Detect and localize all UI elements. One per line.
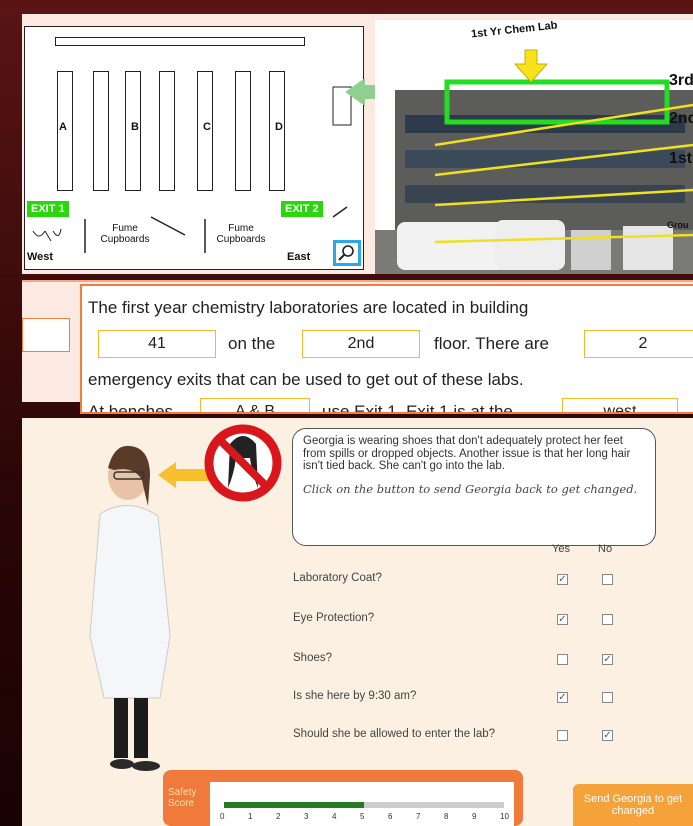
lab-floor-plan: A B C D EXIT 1 EXIT 2 Fume Cupboards Fum… [24,26,364,270]
building-photo: 1st Yr Chem Lab 3rd 2nd 1st Grou [375,20,693,274]
side-input-box[interactable] [22,318,70,352]
score-track [224,802,504,808]
building-answer[interactable]: 41 [98,330,216,358]
checklist-question: Should she be allowed to enter the lab? [293,728,496,740]
send-georgia-button[interactable]: Send Georgia to get changed [573,784,693,826]
no-header: No [598,543,613,555]
checkbox-yes[interactable] [557,730,568,741]
instruction-text: Click on the button to send Georgia back… [303,481,638,496]
floor-1st-label: 1st [669,150,693,167]
score-tick-label: 9 [472,812,477,821]
at-benches-text: At benches [88,402,174,414]
feedback-text: Georgia is wearing shoes that don't adeq… [303,435,631,472]
checkbox-no[interactable] [602,614,613,625]
checkbox-yes[interactable]: ✓ [557,692,568,703]
no-long-hair-icon [204,424,282,502]
score-fill [224,802,364,808]
score-bar-area: 0 1 2 3 4 5 6 7 8 9 10 [210,782,514,826]
student-figure [89,445,171,771]
checkbox-yes[interactable]: ✓ [557,614,568,625]
safety-score-label: Safety Score [168,787,196,809]
checkbox-yes[interactable]: ✓ [557,574,568,585]
floor-3rd-label: 3rd [669,72,693,89]
score-tick-label: 10 [500,812,509,821]
question-line-3: emergency exits that can be used to get … [88,370,524,389]
question-box: The first year chemistry laboratories ar… [80,284,693,414]
checkbox-no[interactable]: ✓ [602,654,613,665]
checklist-question: Is she here by 9:30 am? [293,690,417,702]
checkbox-no[interactable]: ✓ [602,730,613,741]
score-tick-label: 8 [444,812,449,821]
checklist-question: Laboratory Coat? [293,572,382,584]
score-tick-label: 5 [360,812,365,821]
score-tick-label: 6 [388,812,393,821]
score-tick-label: 4 [332,812,337,821]
building-illustration [375,20,693,274]
floor-there-are-text: floor. There are [434,334,549,353]
exits-answer[interactable]: 2 [584,330,693,358]
checklist-question: Shoes? [293,652,333,664]
benches-answer[interactable]: A & B [200,398,310,412]
score-tick-label: 3 [304,812,309,821]
score-tick-label: 0 [220,812,225,821]
side-answer[interactable]: west [562,398,678,412]
score-tick-label: 2 [276,812,281,821]
checkbox-yes[interactable] [557,654,568,665]
floor-answer[interactable]: 2nd [302,330,420,358]
use-exit-text: use Exit 1. Exit 1 is at the [322,402,513,414]
score-label-word1: Safety [168,787,197,798]
checkbox-no[interactable] [602,574,613,585]
floor-ground-label: Grou [667,220,689,230]
score-label-word2: Score [168,798,195,809]
magnify-icon [338,245,354,261]
feedback-bubble: Georgia is wearing shoes that don't adeq… [292,428,656,546]
checklist-question: Eye Protection? [293,612,375,624]
yes-header: Yes [552,543,570,555]
score-tick-label: 1 [248,812,253,821]
checkbox-no[interactable] [602,692,613,703]
score-tick-label: 7 [416,812,421,821]
magnify-button[interactable] [333,240,361,266]
floor-2nd-label: 2nd [669,110,693,127]
floorplan-lines [32,86,352,253]
question-line-1: The first year chemistry laboratories ar… [88,298,529,317]
on-the-text: on the [228,334,276,353]
